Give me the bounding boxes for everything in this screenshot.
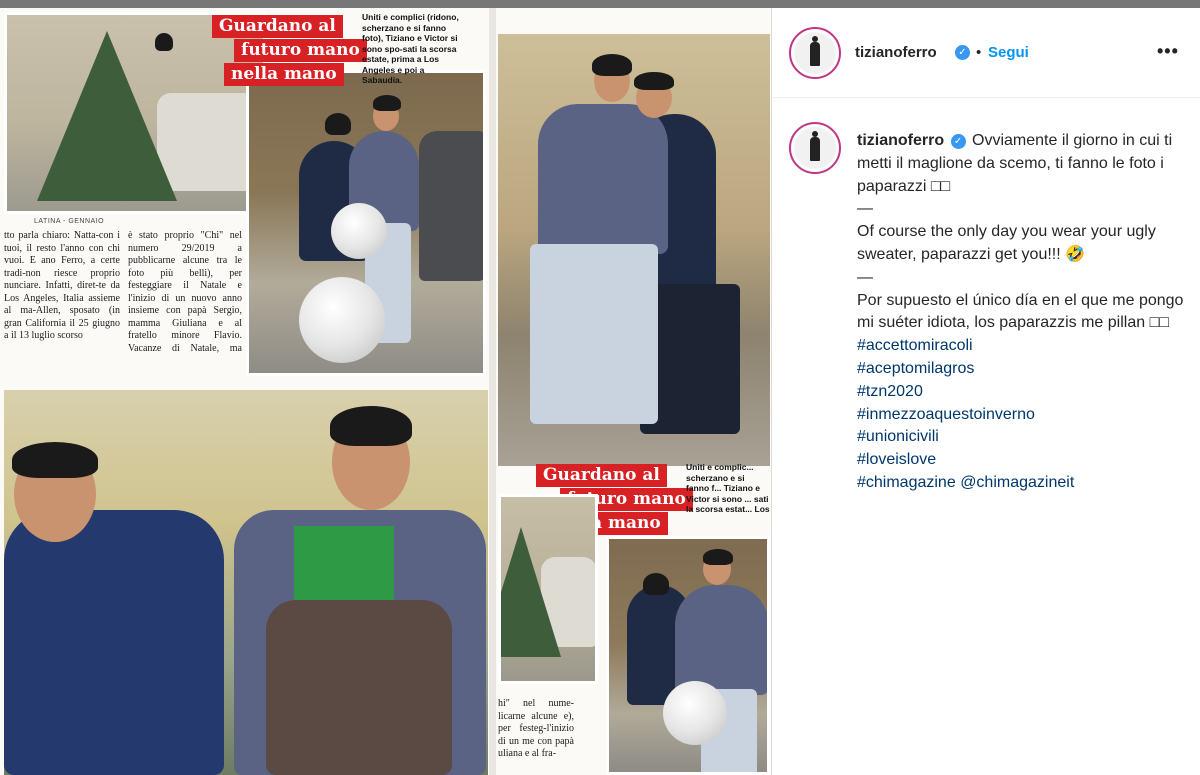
hashtag-tzn2020[interactable]: #tzn2020 <box>857 381 1187 404</box>
post-caption: tizianoferro ✓ Ovviamente il giorno in c… <box>857 130 1187 495</box>
verified-badge-icon: ✓ <box>955 45 970 60</box>
magazine-page-left: Guardano al futuro mano nella mano Uniti… <box>0 8 490 775</box>
caption-avatar-image <box>794 127 836 169</box>
caption-english: Of course the only day you wear your ugl… <box>857 223 1156 263</box>
caption-avatar[interactable] <box>789 122 841 174</box>
magazine-text-column-2: è stato proprio "Chi" nel numero 29/2019… <box>128 230 242 356</box>
hashtag-chimagazine[interactable]: #chimagazine <box>857 474 956 491</box>
photo-hug-small-repeat <box>606 536 770 775</box>
avatar[interactable] <box>789 27 841 79</box>
browser-top-strip <box>0 0 1200 8</box>
magazine-section-label: LATINA - GENNAIO <box>34 218 105 225</box>
follow-button[interactable]: Segui <box>988 44 1029 61</box>
magazine-text-column-1: tto parla chiaro: Natta-con i tuoi, il r… <box>4 230 120 341</box>
photo-hug-small <box>246 70 486 376</box>
hashtag-inmezzoaquestoinverno[interactable]: #inmezzoaquestoinverno <box>857 404 1187 427</box>
photo-tree-car-repeat <box>498 494 598 684</box>
post-header: tizianoferro ✓ • Segui ••• <box>773 8 1200 98</box>
photo-tree-car <box>4 12 266 214</box>
caption-last-line: #chimagazine @chimagazineit <box>857 472 1187 495</box>
hashtag-aceptomilagros[interactable]: #aceptomilagros <box>857 358 1187 381</box>
magazine-page-right: Guardano al futuro mano nella mano Uniti… <box>496 8 771 775</box>
caption-verified-badge-icon: ✓ <box>950 134 966 149</box>
header-username[interactable]: tizianoferro <box>855 44 937 61</box>
post-photo[interactable]: Guardano al futuro mano nella mano Uniti… <box>0 8 772 775</box>
magazine-headline-line-2: futuro mano <box>234 39 367 62</box>
caption-spanish: Por supuesto el único día en el que me p… <box>857 291 1184 332</box>
more-options-icon[interactable]: ••• <box>1157 41 1179 62</box>
caption-username[interactable]: tizianoferro <box>857 132 944 149</box>
magazine-headline-line-3: nella mano <box>224 63 344 86</box>
caption-divider-1: — <box>857 200 873 218</box>
caption-divider-2: — <box>857 268 873 286</box>
hashtag-unionicivili[interactable]: #unionicivili <box>857 426 1187 449</box>
post-sidebar: tizianoferro ✓ • Segui ••• tizianoferro … <box>773 8 1200 775</box>
header-separator: • <box>976 44 982 61</box>
mention-chimagazineit[interactable]: @chimagazineit <box>960 474 1074 491</box>
magazine-photo-caption: Uniti e complici (ridono, scherzano e si… <box>362 12 459 85</box>
magazine-photo-caption-repeat: Uniti e complic... scherzano e si fanno … <box>686 462 770 514</box>
magazine-headline-line-1-repeat: Guardano al <box>536 464 667 487</box>
hashtag-accettomiracoli[interactable]: #accettomiracoli <box>857 335 1187 358</box>
hashtag-loveislove[interactable]: #loveislove <box>857 449 1187 472</box>
magazine-text-column-3: hi" nel nume-licarne alcune e), per fest… <box>498 698 574 759</box>
magazine-headline-line-1: Guardano al <box>212 15 343 38</box>
avatar-image <box>794 32 836 74</box>
photo-walking-hug <box>498 34 770 466</box>
photo-big-smiling <box>4 390 488 775</box>
